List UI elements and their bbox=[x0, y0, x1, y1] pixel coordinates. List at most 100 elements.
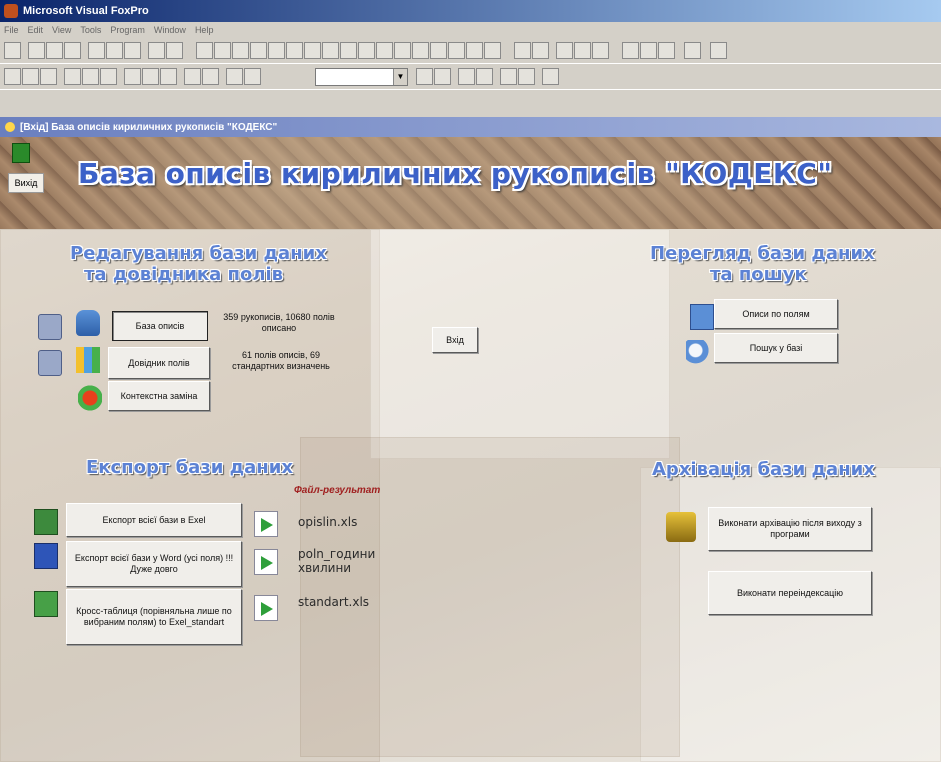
form-icon bbox=[5, 122, 15, 132]
excel-icon bbox=[34, 509, 58, 535]
database-combo[interactable]: ▼ bbox=[315, 68, 408, 86]
cut-icon[interactable] bbox=[124, 68, 141, 85]
preview-icon[interactable] bbox=[82, 68, 99, 85]
reindex-button[interactable]: Виконати переіндексацію bbox=[708, 571, 872, 615]
form-canvas: База описів кириличних рукописів "КОДЕКС… bbox=[0, 137, 941, 762]
toolbar-standard bbox=[0, 64, 941, 90]
toolbar-icon[interactable] bbox=[500, 68, 517, 85]
search-button[interactable]: Пошук у базі bbox=[714, 333, 838, 363]
view-title-line2: та пошук bbox=[710, 264, 807, 285]
word-icon bbox=[34, 543, 58, 569]
toolbar-icon[interactable] bbox=[88, 42, 105, 59]
archive-section-title: Архівація бази даних bbox=[652, 459, 875, 480]
toolbar-icon[interactable] bbox=[232, 42, 249, 59]
toolbar-icon[interactable] bbox=[376, 42, 393, 59]
print-icon[interactable] bbox=[38, 350, 62, 376]
edit-title-line1: Редагування бази даних bbox=[70, 243, 327, 264]
enter-button[interactable]: Вхід bbox=[432, 327, 478, 353]
new-icon[interactable] bbox=[4, 68, 21, 85]
copy-icon[interactable] bbox=[142, 68, 159, 85]
field-directory-button[interactable]: Довідник полів bbox=[108, 347, 210, 379]
toolbar-icon[interactable] bbox=[658, 42, 675, 59]
toolbar-icon[interactable] bbox=[518, 68, 535, 85]
chevron-down-icon[interactable]: ▼ bbox=[393, 69, 407, 85]
toolbar-icon[interactable] bbox=[416, 68, 433, 85]
toolbar-icon[interactable] bbox=[166, 42, 183, 59]
print-icon[interactable] bbox=[64, 68, 81, 85]
toolbar-icon[interactable] bbox=[214, 42, 231, 59]
app-title-bar: Microsoft Visual FoxPro bbox=[0, 0, 941, 22]
toolbar-icon[interactable] bbox=[106, 42, 123, 59]
toolbar-icon[interactable] bbox=[250, 42, 267, 59]
toolbar-icon[interactable] bbox=[622, 42, 639, 59]
toolbar-icon[interactable] bbox=[434, 68, 451, 85]
edit-title-line2: та довідника полів bbox=[84, 264, 284, 285]
run-icon[interactable] bbox=[226, 68, 243, 85]
undo-icon[interactable] bbox=[184, 68, 201, 85]
toolbar-icon[interactable] bbox=[268, 42, 285, 59]
foxpro-icon bbox=[4, 4, 18, 18]
toolbar-icon[interactable] bbox=[394, 42, 411, 59]
open-icon[interactable] bbox=[22, 68, 39, 85]
export-excel-button[interactable]: Експорт всієї бази в Exel bbox=[66, 503, 242, 537]
modify-icon[interactable] bbox=[244, 68, 261, 85]
menu-view[interactable]: View bbox=[52, 25, 71, 35]
menu-window[interactable]: Window bbox=[154, 25, 186, 35]
archive-button[interactable]: Виконати архівацію після виходу з програ… bbox=[708, 507, 872, 551]
result-file-3: standart.xls bbox=[298, 595, 370, 609]
toolbar-icon[interactable] bbox=[64, 42, 81, 59]
exit-label: Вихід bbox=[8, 173, 44, 193]
menu-tools[interactable]: Tools bbox=[80, 25, 101, 35]
directory-stats: 61 полів описів, 69 стандартних визначен… bbox=[232, 350, 330, 371]
menu-help[interactable]: Help bbox=[195, 25, 214, 35]
print-icon[interactable] bbox=[38, 314, 62, 340]
toolbar-icon[interactable] bbox=[358, 42, 375, 59]
context-replace-button[interactable]: Контекстна заміна bbox=[108, 381, 210, 411]
field-directory-icon bbox=[76, 347, 100, 373]
toolbar-icon[interactable] bbox=[148, 42, 165, 59]
cross-table-button[interactable]: Кросс-таблиця (порівняльна лише по вибра… bbox=[66, 589, 242, 645]
help-icon[interactable] bbox=[542, 68, 559, 85]
toolbar-icon[interactable] bbox=[46, 42, 63, 59]
toolbar-icon[interactable] bbox=[532, 42, 549, 59]
form-title-bar: [Вхід] База описів кириличних рукописів … bbox=[0, 117, 941, 137]
redo-icon[interactable] bbox=[202, 68, 219, 85]
toolbar-icon[interactable] bbox=[286, 42, 303, 59]
toolbar-icon[interactable] bbox=[4, 42, 21, 59]
search-fields-icon bbox=[690, 304, 714, 330]
toolbar-icon[interactable] bbox=[592, 42, 609, 59]
menu-edit[interactable]: Edit bbox=[28, 25, 44, 35]
menu-file[interactable]: File bbox=[4, 25, 19, 35]
spell-icon[interactable] bbox=[100, 68, 117, 85]
toolbar-icon[interactable] bbox=[28, 42, 45, 59]
toolbar-icon[interactable] bbox=[574, 42, 591, 59]
toolbar-icon[interactable] bbox=[684, 42, 701, 59]
paste-icon[interactable] bbox=[160, 68, 177, 85]
toolbar-icon[interactable] bbox=[304, 42, 321, 59]
toolbar-icon[interactable] bbox=[476, 68, 493, 85]
toolbar-icon[interactable] bbox=[458, 68, 475, 85]
save-icon[interactable] bbox=[40, 68, 57, 85]
toolbar-icon[interactable] bbox=[556, 42, 573, 59]
export-word-button[interactable]: Експорт всієї бази у Word (усі поля) !!!… bbox=[66, 541, 242, 587]
fields-view-button[interactable]: Описи по полям bbox=[714, 299, 838, 329]
toolbar-icon[interactable] bbox=[124, 42, 141, 59]
toolbar-icon[interactable] bbox=[322, 42, 339, 59]
toolbar-icon[interactable] bbox=[466, 42, 483, 59]
result-file-icon bbox=[254, 511, 278, 537]
toolbar-icon[interactable] bbox=[448, 42, 465, 59]
descriptions-stats: 359 рукописів, 10680 полів описано bbox=[223, 312, 335, 333]
toolbar-icon[interactable] bbox=[640, 42, 657, 59]
database-descriptions-button[interactable]: База описів bbox=[112, 311, 208, 341]
result-file-icon bbox=[254, 595, 278, 621]
exit-button[interactable]: Вихід bbox=[6, 139, 46, 193]
menu-program[interactable]: Program bbox=[110, 25, 145, 35]
toolbar-icon[interactable] bbox=[340, 42, 357, 59]
toolbar-icon[interactable] bbox=[196, 42, 213, 59]
toolbar-icon[interactable] bbox=[514, 42, 531, 59]
toolbar-icon[interactable] bbox=[484, 42, 501, 59]
toolbar-icon[interactable] bbox=[412, 42, 429, 59]
toolbar-icon[interactable] bbox=[710, 42, 727, 59]
toolbar-icon[interactable] bbox=[430, 42, 447, 59]
export-section-title: Експорт бази даних bbox=[86, 457, 293, 478]
